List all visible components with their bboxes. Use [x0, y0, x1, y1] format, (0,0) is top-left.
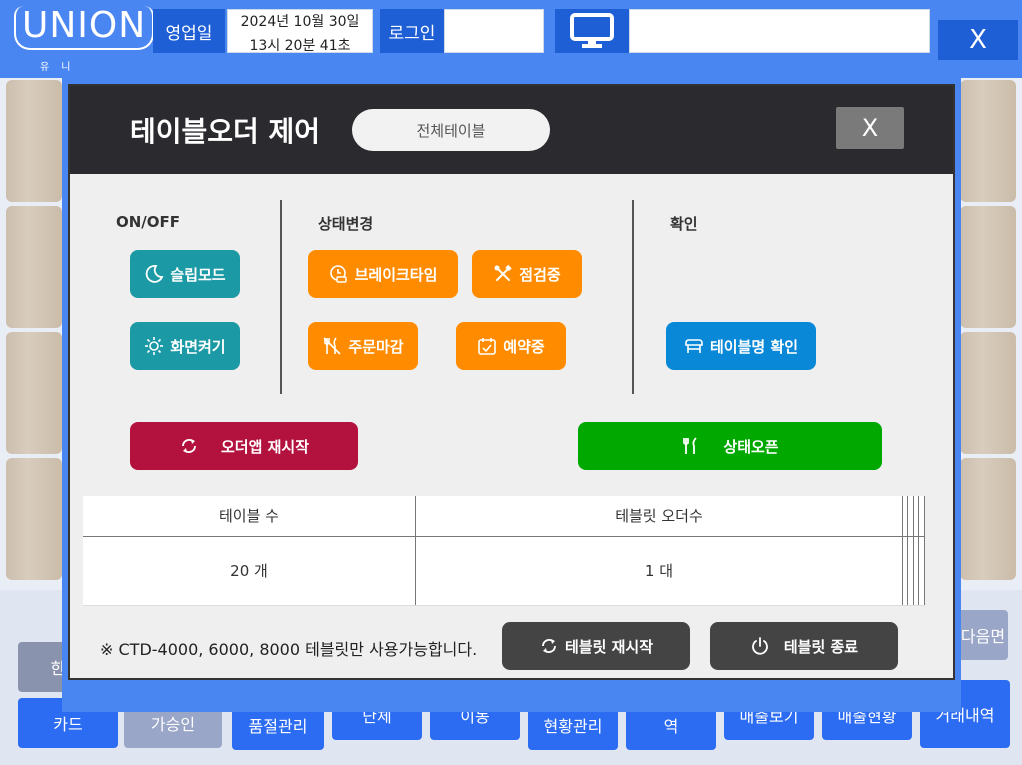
dialog-header: 테이블오더 제어 전체테이블 X: [70, 86, 953, 174]
order-closed-button[interactable]: 주문마감: [308, 322, 418, 370]
dialog-close-button[interactable]: X: [836, 107, 904, 149]
refresh-icon: [542, 639, 556, 653]
tools-icon: [494, 264, 512, 281]
left-table-tiles: [6, 80, 62, 584]
inspection-button[interactable]: 점검중: [472, 250, 582, 298]
power-icon: [751, 637, 768, 655]
reserved-button[interactable]: 예약중: [456, 322, 566, 370]
app-close-button[interactable]: X: [938, 20, 1018, 60]
utensils-icon: [683, 437, 698, 454]
empty-cell: [918, 536, 925, 606]
logo-text: UNION: [14, 6, 155, 50]
status-section-label: 상태변경: [318, 215, 374, 233]
order-closed-label: 주문마감: [348, 337, 404, 356]
calendar-check-icon: [478, 338, 497, 355]
table-tile[interactable]: [6, 458, 62, 580]
dialog-body: 테이블오더 제어 전체테이블 X ON/OFF 상태변경 확인 슬립모드 화면켜…: [68, 84, 955, 680]
table-tile[interactable]: [960, 458, 1016, 580]
section-divider: [632, 200, 634, 394]
section-divider: [280, 200, 282, 394]
logo-subtext: 유니: [40, 62, 83, 73]
table-order-control-dialog: 테이블오더 제어 전체테이블 X ON/OFF 상태변경 확인 슬립모드 화면켜…: [62, 78, 961, 712]
tablet-status-table: 테이블 수 테블릿 오더수 20 개 1 대: [83, 496, 925, 606]
tablet-restart-label: 테블릿 재시작: [564, 637, 654, 656]
confirm-section-label: 확인: [670, 215, 698, 233]
tablet-order-count-header: 테블릿 오더수: [415, 496, 903, 537]
table-icon: [685, 339, 703, 353]
dialog-title: 테이블오더 제어: [130, 115, 321, 148]
monitor-icon: [570, 13, 614, 48]
tablet-shutdown-button[interactable]: 테블릿 종료: [710, 622, 898, 670]
reserved-label: 예약중: [503, 337, 545, 356]
next-page-button[interactable]: 다음면: [958, 610, 1008, 660]
login-label: 로그인: [380, 9, 444, 53]
table-name-check-button[interactable]: 테이블명 확인: [666, 322, 816, 370]
break-time-button[interactable]: 브레이크타임: [308, 250, 458, 298]
screen-on-label: 화면켜기: [170, 337, 226, 356]
tablet-order-count-value: 1 대: [415, 536, 903, 606]
break-time-label: 브레이크타임: [354, 265, 438, 284]
table-tile[interactable]: [6, 80, 62, 202]
table-name-check-label: 테이블명 확인: [709, 337, 799, 356]
business-day-label: 영업일: [153, 9, 225, 53]
table-tile[interactable]: [960, 80, 1016, 202]
moon-icon: [146, 265, 164, 283]
table-tile[interactable]: [960, 332, 1016, 454]
all-tables-button[interactable]: 전체테이블: [352, 109, 550, 151]
union-logo: UNION 유니: [14, 6, 155, 73]
right-table-tiles: [960, 80, 1016, 584]
business-time: 13시 20분 41초: [249, 38, 351, 53]
no-utensils-icon: [323, 337, 341, 355]
table-header-row: 테이블 수 테블릿 오더수: [83, 496, 925, 537]
inspection-label: 점검중: [519, 265, 561, 284]
sleep-mode-label: 슬립모드: [170, 265, 226, 284]
screen-on-button[interactable]: 화면켜기: [130, 322, 240, 370]
table-row: 20 개 1 대: [83, 536, 925, 606]
top-bar: UNION 유니 영업일 2024년 10월 30일 13시 20분 41초 로…: [0, 0, 1022, 78]
tablet-shutdown-label: 테블릿 종료: [783, 637, 859, 656]
compatibility-note: ※ CTD-4000, 6000, 8000 테블릿만 사용가능합니다.: [100, 640, 478, 659]
business-date-display: 2024년 10월 30일 13시 20분 41초: [227, 9, 373, 53]
order-app-restart-button[interactable]: 오더앱 재시작: [130, 422, 358, 470]
sun-icon: [145, 337, 164, 355]
onoff-section-label: ON/OFF: [116, 213, 181, 231]
sleep-mode-button[interactable]: 슬립모드: [130, 250, 240, 298]
empty-header: [918, 496, 925, 537]
table-tile[interactable]: [960, 206, 1016, 328]
table-tile[interactable]: [6, 206, 62, 328]
table-count-value: 20 개: [83, 536, 416, 606]
status-open-label: 상태오픈: [723, 437, 779, 456]
business-date: 2024년 10월 30일: [240, 14, 360, 30]
table-tile[interactable]: [6, 332, 62, 454]
clock-cup-icon: [329, 265, 347, 283]
info-field[interactable]: [629, 9, 930, 53]
tablet-restart-button[interactable]: 테블릿 재시작: [502, 622, 690, 670]
order-app-restart-label: 오더앱 재시작: [220, 437, 310, 456]
status-open-button[interactable]: 상태오픈: [578, 422, 882, 470]
refresh-icon: [182, 439, 196, 453]
login-field[interactable]: [444, 9, 544, 53]
table-count-header: 테이블 수: [83, 496, 416, 537]
monitor-button[interactable]: [555, 9, 629, 53]
